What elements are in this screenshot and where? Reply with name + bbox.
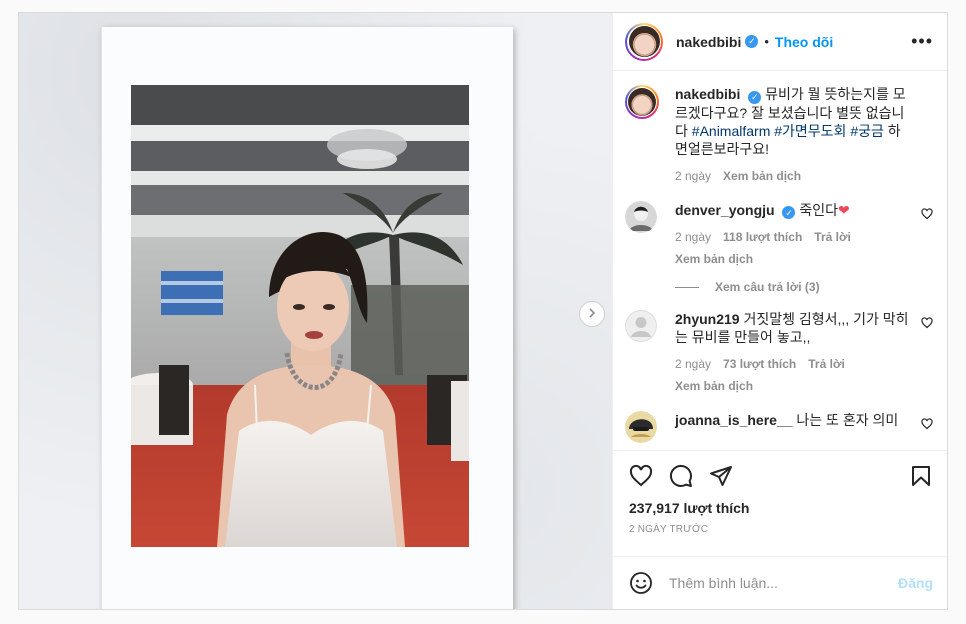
translate-link[interactable]: Xem bản dịch (675, 250, 753, 268)
like-comment-heart-icon[interactable] (921, 316, 933, 334)
post-actions (613, 450, 947, 500)
like-comment-heart-icon[interactable] (921, 417, 933, 435)
post-media (19, 13, 613, 609)
translate-link[interactable]: Xem bản dịch (723, 167, 801, 185)
follow-button[interactable]: Theo dõi (775, 34, 833, 50)
verified-badge-icon: ✓ (748, 90, 762, 104)
author-username[interactable]: nakedbibi (676, 34, 741, 50)
view-replies-button[interactable]: Xem câu trả lời (3) (675, 280, 933, 294)
comments-list: nakedbibi ✓ 뮤비가 뭘 뜻하는지를 모르겠다구요? 잘 보셨습니다 … (613, 71, 947, 450)
bookmark-icon[interactable] (909, 464, 933, 488)
comment-username[interactable]: joanna_is_here__ (675, 412, 793, 428)
comment-username[interactable]: 2hyun219 (675, 311, 740, 327)
reply-button[interactable]: Trả lời (814, 228, 851, 246)
heart-icon[interactable] (629, 464, 653, 488)
caption-hashtags[interactable]: #Animalfarm #가면무도회 #궁금 (692, 123, 884, 139)
post-photo (131, 85, 469, 547)
translate-link[interactable]: Xem bản dịch (675, 377, 753, 395)
author-avatar[interactable] (625, 22, 663, 61)
add-comment-bar: Đăng (613, 556, 947, 609)
post-header: nakedbibi ✓ • Theo dõi ••• (613, 13, 947, 71)
comment-age: 2 ngày (675, 230, 712, 244)
comment-item: 2hyun219 거짓말쳉 김형서,,, 기가 막히는 뮤비를 만들어 놓고,,… (625, 310, 933, 395)
chevron-right-icon (587, 305, 597, 323)
emoji-icon[interactable] (629, 571, 653, 595)
caption-age: 2 ngày (675, 168, 712, 183)
separator-dot: • (764, 34, 769, 49)
comment-likes[interactable]: 73 lượt thích (723, 355, 796, 373)
post-side-panel: nakedbibi ✓ • Theo dõi ••• nakedbibi ✓ 뮤… (613, 13, 947, 609)
next-media-button[interactable] (579, 301, 605, 327)
like-comment-heart-icon[interactable] (921, 207, 933, 225)
comment-text: 죽인다 (799, 201, 839, 218)
verified-badge-icon: ✓ (745, 35, 759, 48)
caption: nakedbibi ✓ 뮤비가 뭘 뜻하는지를 모르겠다구요? 잘 보셨습니다 … (625, 85, 933, 185)
verified-badge-icon: ✓ (782, 206, 796, 219)
comment-text: 나는 또 혼자 의미 (796, 412, 899, 428)
commenter-avatar[interactable] (625, 411, 657, 443)
view-replies-label: Xem câu trả lời (3) (715, 280, 820, 294)
commenter-avatar[interactable] (625, 310, 657, 342)
caption-avatar[interactable] (625, 85, 659, 119)
more-options-icon[interactable]: ••• (911, 31, 933, 52)
comment-age: 2 ngày (675, 357, 712, 371)
divider-line (675, 286, 699, 288)
post-timestamp[interactable]: 2 NGÀY TRƯỚC (613, 524, 947, 556)
comment-item: joanna_is_here__ 나는 또 혼자 의미 (625, 411, 933, 443)
post-card: nakedbibi ✓ • Theo dõi ••• nakedbibi ✓ 뮤… (18, 12, 948, 610)
caption-username[interactable]: nakedbibi (675, 86, 740, 102)
comment-username[interactable]: denver_yongju (675, 202, 775, 218)
likes-count[interactable]: 237,917 lượt thích (613, 500, 947, 520)
commenter-avatar[interactable] (625, 200, 657, 233)
comment-item: denver_yongju ✓ 죽인다❤ 2 ngày 118 lượt thí… (625, 200, 933, 269)
comment-likes[interactable]: 118 lượt thích (723, 228, 802, 246)
red-heart-emoji: ❤ (838, 201, 850, 218)
share-icon[interactable] (709, 464, 733, 488)
comment-icon[interactable] (669, 464, 693, 488)
reply-button[interactable]: Trả lời (808, 355, 845, 373)
comment-input[interactable] (669, 575, 898, 591)
post-comment-button[interactable]: Đăng (898, 575, 933, 591)
